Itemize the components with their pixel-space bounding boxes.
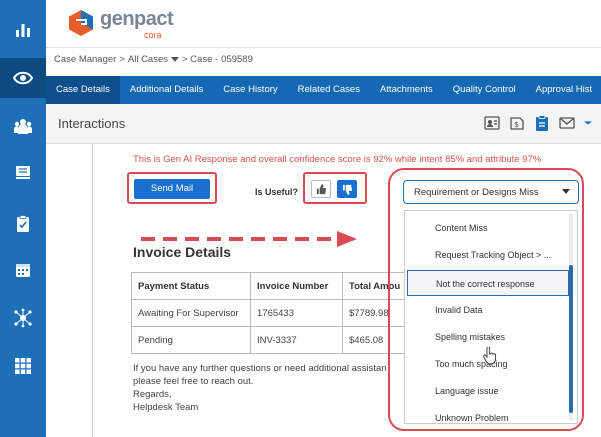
table-header-row: Payment Status Invoice Number Total Amou <box>131 272 408 300</box>
chevron-down-icon[interactable] <box>583 114 593 132</box>
sidebar-item-knowledge[interactable] <box>0 152 46 192</box>
caret-down-icon <box>562 189 570 194</box>
bar-chart-icon <box>16 24 30 37</box>
sidebar-item-calendar[interactable] <box>0 250 46 290</box>
feedback-reason-select[interactable]: Requirement or Designs Miss <box>403 180 579 204</box>
table-cell: 1765433 <box>250 299 343 327</box>
eye-icon <box>13 71 33 85</box>
menu-item-not-correct-response[interactable]: Not the correct response <box>407 270 569 296</box>
grid-icon <box>15 358 31 374</box>
thumbs-up-icon <box>316 183 326 194</box>
book-icon <box>16 166 30 179</box>
tab-attachments[interactable]: Attachments <box>370 76 443 104</box>
breadcrumb-case-id: 059589 <box>221 54 253 65</box>
genpact-logo-icon <box>69 10 93 36</box>
sidebar-item-tasks[interactable] <box>0 204 46 244</box>
interactions-header: Interactions $ <box>46 104 601 144</box>
menu-item-request-tracking-object[interactable]: Request Tracking Object > ... <box>405 242 569 268</box>
feedback-buttons-highlight <box>303 172 367 204</box>
tab-quality-control[interactable]: Quality Control <box>443 76 526 104</box>
table-cell: INV-3337 <box>250 326 343 354</box>
mail-icon[interactable] <box>558 114 576 132</box>
invoice-table: Payment Status Invoice Number Total Amou… <box>131 272 408 354</box>
hand-cursor-icon <box>483 347 497 365</box>
top-header: genpact cora <box>46 0 601 48</box>
send-mail-button[interactable]: Send Mail <box>134 179 210 199</box>
contact-card-icon[interactable] <box>483 114 501 132</box>
feedback-reason-selected: Requirement or Designs Miss <box>414 187 539 198</box>
table-row: Awaiting For Supervisor 1765433 $7789.98 <box>131 299 408 327</box>
send-mail-highlight: Send Mail <box>127 172 217 204</box>
column-header-invoice-number: Invoice Number <box>250 272 343 300</box>
tab-case-details[interactable]: Case Details <box>46 76 120 104</box>
clipboard-icon[interactable] <box>533 114 551 132</box>
sidebar-item-dashboard[interactable] <box>0 10 46 50</box>
interactions-title: Interactions <box>58 116 126 131</box>
feedback-reason-menu: Content Miss Request Tracking Object > .… <box>404 210 578 424</box>
sidebar-item-apps[interactable] <box>0 346 46 386</box>
closing-line: Regards, <box>133 389 172 400</box>
sidebar-item-view[interactable] <box>0 58 46 98</box>
genai-confidence-message: This is Gen AI Response and overall conf… <box>133 154 542 165</box>
table-cell: Pending <box>131 326 251 354</box>
sidebar-item-network[interactable] <box>0 298 46 338</box>
logo-subtext: cora <box>144 30 162 40</box>
sidebar-item-users[interactable] <box>0 106 46 146</box>
menu-item-unknown-problem[interactable]: Unknown Problem <box>405 405 569 423</box>
users-icon <box>14 119 32 134</box>
caret-down-icon[interactable] <box>171 56 179 63</box>
interactions-toolbar: $ <box>483 114 593 132</box>
closing-line: If you have any further questions or nee… <box>133 363 387 374</box>
invoice-details-title: Invoice Details <box>133 244 232 260</box>
is-useful-label: Is Useful? <box>255 187 299 197</box>
email-closing-text: If you have any further questions or nee… <box>133 362 387 414</box>
breadcrumb: Case Manager > All Cases > Case - 059589 <box>54 54 253 65</box>
clipboard-icon <box>17 215 29 232</box>
dollar-note-icon[interactable]: $ <box>508 114 526 132</box>
menu-item-invalid-data[interactable]: Invalid Data <box>405 297 569 323</box>
menu-scrollbar-thumb[interactable] <box>569 265 573 413</box>
calendar-icon <box>16 264 30 277</box>
case-tabs: Case Details Additional Details Case His… <box>46 76 601 104</box>
breadcrumb-case-label: > Case - <box>182 54 219 65</box>
thumbs-up-button[interactable] <box>311 180 331 198</box>
column-header-payment-status: Payment Status <box>131 272 251 300</box>
left-sidebar <box>0 0 46 437</box>
closing-line: please feel free to reach out. <box>133 376 254 387</box>
breadcrumb-separator: > <box>119 54 125 65</box>
menu-item-language-issue[interactable]: Language issue <box>405 378 569 404</box>
closing-line: Helpdesk Team <box>133 402 199 413</box>
tab-related-cases[interactable]: Related Cases <box>288 76 370 104</box>
svg-text:$: $ <box>514 120 519 129</box>
menu-item-content-miss[interactable]: Content Miss <box>405 215 569 241</box>
tab-case-history[interactable]: Case History <box>213 76 287 104</box>
thumbs-down-icon <box>342 184 352 195</box>
logo-text: genpact <box>100 8 174 30</box>
table-row: Pending INV-3337 $465.08 <box>131 326 408 354</box>
network-icon <box>14 308 32 328</box>
breadcrumb-case-manager[interactable]: Case Manager <box>54 54 116 65</box>
thumbs-down-button[interactable] <box>337 180 357 198</box>
breadcrumb-all-cases[interactable]: All Cases <box>128 54 168 65</box>
tab-approval-history[interactable]: Approval Hist <box>526 76 601 104</box>
table-cell: Awaiting For Supervisor <box>131 299 251 327</box>
tab-additional-details[interactable]: Additional Details <box>120 76 213 104</box>
